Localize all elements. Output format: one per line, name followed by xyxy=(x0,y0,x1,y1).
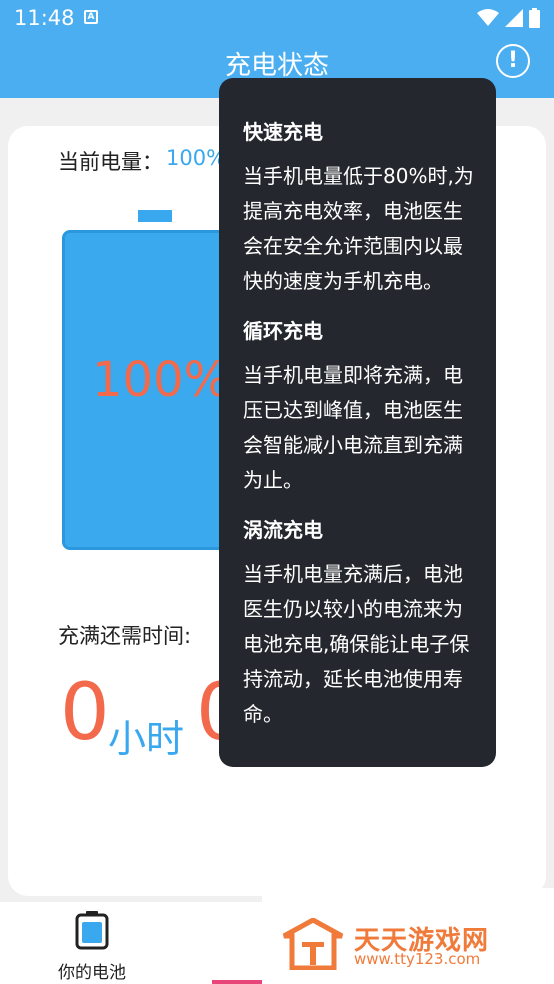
signal-icon xyxy=(505,9,523,27)
time-remaining-label: 充满还需时间: xyxy=(58,624,192,648)
popover-section-eddy: 涡流充电 当手机电量充满后，电池医生仍以较小的电流来为电池充电,确保能让电子保持… xyxy=(243,514,476,732)
popover-heading: 涡流充电 xyxy=(243,518,323,542)
watermark: 天天游戏网 www.tty123.com xyxy=(262,888,554,984)
nav-label: 你的电池 xyxy=(58,963,126,983)
popover-body: 当手机电量即将充满，电压已达到峰值，电池医生会智能减小电流直到充满为止。 xyxy=(243,363,463,492)
hours-value: 0 xyxy=(60,668,110,758)
hours-unit: 小时 xyxy=(108,717,185,761)
popover-section-fast: 快速充电 当手机电量低于80%时,为提高充电效率，电池医生会在安全允许范围内以最… xyxy=(243,116,476,299)
battery-cap xyxy=(138,210,172,222)
battery-icon xyxy=(75,911,109,950)
watermark-logo-icon xyxy=(282,918,344,970)
current-level-label: 当前电量： xyxy=(58,150,163,174)
status-icons xyxy=(477,8,540,28)
charging-info-popover: 快速充电 当手机电量低于80%时,为提高充电效率，电池医生会在安全允许范围内以最… xyxy=(219,78,496,767)
wifi-icon xyxy=(477,9,499,26)
popover-body: 当手机电量低于80%时,为提高充电效率，电池医生会在安全允许范围内以最快的速度为… xyxy=(243,164,474,293)
status-bar: 11:48 A xyxy=(0,0,554,36)
popover-body: 当手机电量充满后，电池医生仍以较小的电流来为电池充电,确保能让电子保持流动，延长… xyxy=(243,562,470,726)
popover-heading: 循环充电 xyxy=(243,319,323,343)
watermark-url: www.tty123.com xyxy=(354,950,481,968)
current-level-value: 100% xyxy=(166,146,227,170)
notification-icon: A xyxy=(84,10,98,24)
popover-section-cycle: 循环充电 当手机电量即将充满，电压已达到峰值，电池医生会智能减小电流直到充满为止… xyxy=(243,315,476,498)
page-title: 充电状态 xyxy=(224,51,329,81)
status-time: 11:48 xyxy=(14,6,75,30)
popover-heading: 快速充电 xyxy=(243,120,323,144)
nav-item-your-battery[interactable]: 你的电池 xyxy=(40,910,144,983)
info-button[interactable]: ! xyxy=(496,44,530,78)
battery-percent-text: 100% xyxy=(92,352,230,408)
battery-status-icon xyxy=(529,8,540,28)
nav-tab-indicator xyxy=(212,980,262,984)
